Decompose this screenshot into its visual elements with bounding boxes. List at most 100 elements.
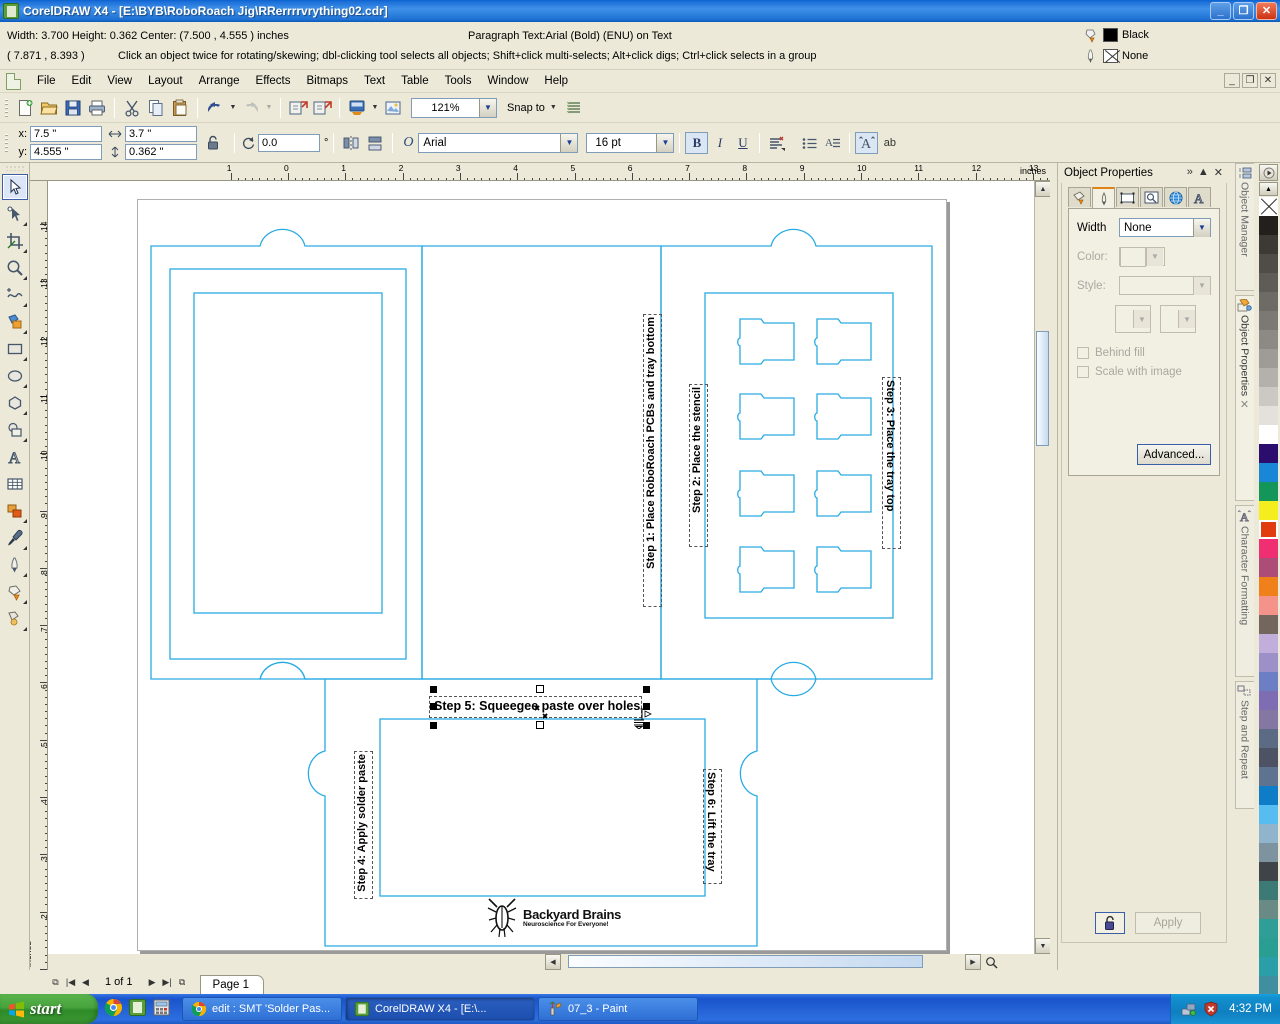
selection-handle-ne[interactable] bbox=[643, 686, 650, 693]
task-button-chrome[interactable]: edit : SMT 'Solder Pas... bbox=[182, 997, 342, 1021]
print-document-button[interactable] bbox=[85, 96, 109, 120]
palette-swatch[interactable] bbox=[1259, 520, 1278, 539]
palette-swatch[interactable] bbox=[1259, 539, 1278, 558]
palette-scroll-up-button[interactable]: ▲ bbox=[1259, 182, 1278, 196]
lock-apply-toggle[interactable] bbox=[1095, 912, 1125, 934]
freehand-tool[interactable] bbox=[2, 282, 28, 308]
chevron-down-icon[interactable]: ▼ bbox=[1193, 276, 1210, 295]
smart-fill-tool[interactable] bbox=[2, 309, 28, 335]
application-launcher-button[interactable] bbox=[345, 96, 369, 120]
crop-tool[interactable] bbox=[2, 228, 28, 254]
chrome-icon[interactable] bbox=[104, 998, 123, 1017]
behind-fill-row[interactable]: Behind fill bbox=[1077, 347, 1211, 359]
menu-arrange[interactable]: Arrange bbox=[191, 73, 248, 89]
selection-handle-s[interactable] bbox=[536, 721, 544, 729]
menu-text[interactable]: Text bbox=[356, 73, 393, 89]
chevron-down-icon[interactable]: ▼ bbox=[1193, 218, 1210, 237]
fill-tool[interactable] bbox=[2, 579, 28, 605]
apply-button[interactable]: Apply bbox=[1135, 912, 1201, 934]
rectangle-tool[interactable] bbox=[2, 336, 28, 362]
menu-window[interactable]: Window bbox=[479, 73, 536, 89]
toolbox-grip[interactable] bbox=[4, 165, 25, 171]
docker-tab-close-icon[interactable]: ✕ bbox=[1240, 398, 1249, 411]
menu-layout[interactable]: Layout bbox=[140, 73, 191, 89]
options-button[interactable] bbox=[563, 96, 587, 120]
palette-swatch[interactable] bbox=[1259, 710, 1278, 729]
security-alert-icon[interactable] bbox=[1203, 1001, 1219, 1017]
font-name-combo[interactable]: Arial ▼ bbox=[418, 132, 579, 153]
palette-swatch[interactable] bbox=[1259, 216, 1278, 235]
width-field[interactable]: 3.7 " bbox=[125, 125, 197, 142]
height-field[interactable]: 0.362 " bbox=[125, 143, 197, 160]
scroll-down-button[interactable]: ▼ bbox=[1035, 938, 1050, 954]
advanced-button[interactable]: Advanced... bbox=[1137, 444, 1211, 465]
undo-button[interactable] bbox=[203, 96, 227, 120]
outline-tab[interactable] bbox=[1092, 187, 1115, 208]
selection-handle-n[interactable] bbox=[536, 685, 544, 693]
docker-tab-character-formatting[interactable]: A Character Formatting bbox=[1234, 505, 1254, 677]
palette-swatch[interactable] bbox=[1259, 558, 1278, 577]
font-size-combo[interactable]: 16 pt ▼ bbox=[586, 132, 675, 153]
palette-swatch[interactable] bbox=[1259, 596, 1278, 615]
export-button[interactable] bbox=[310, 96, 334, 120]
internet-tab[interactable] bbox=[1164, 187, 1187, 207]
zoom-level-combo[interactable]: 121% ▼ bbox=[411, 97, 497, 118]
corel-connect-button[interactable] bbox=[381, 96, 405, 120]
palette-swatch[interactable] bbox=[1259, 691, 1278, 710]
selection-handle-sw[interactable] bbox=[430, 722, 437, 729]
palette-swatch[interactable] bbox=[1259, 672, 1278, 691]
eyedropper-tool[interactable] bbox=[2, 525, 28, 551]
end-arrow-picker[interactable]: ▼ bbox=[1160, 305, 1196, 333]
last-page-button[interactable]: ▶| bbox=[160, 974, 175, 990]
docker-tab-object-manager[interactable]: Object Manager bbox=[1234, 163, 1254, 291]
menu-view[interactable]: View bbox=[99, 73, 140, 89]
interactive-fill-tool[interactable] bbox=[2, 606, 28, 632]
scroll-up-button[interactable]: ▲ bbox=[1035, 181, 1050, 197]
palette-menu-button[interactable] bbox=[1259, 164, 1278, 181]
horizontal-alignment-button[interactable] bbox=[765, 132, 788, 154]
rotation-field[interactable]: 0.0 bbox=[258, 133, 320, 152]
copy-button[interactable] bbox=[144, 96, 168, 120]
docker-tab-step-and-repeat[interactable]: Step and Repeat bbox=[1234, 681, 1254, 809]
palette-swatch[interactable] bbox=[1259, 767, 1278, 786]
paste-button[interactable] bbox=[168, 96, 192, 120]
menu-edit[interactable]: Edit bbox=[64, 73, 100, 89]
menu-table[interactable]: Table bbox=[393, 73, 437, 89]
zoom-tool[interactable] bbox=[2, 255, 28, 281]
coreldraw-icon[interactable] bbox=[128, 998, 147, 1017]
fill-status-row[interactable]: Black bbox=[1084, 24, 1274, 45]
undo-dropdown[interactable]: ▼ bbox=[227, 96, 239, 120]
palette-swatch[interactable] bbox=[1259, 463, 1278, 482]
drop-cap-button[interactable]: A bbox=[821, 132, 844, 154]
scroll-left-button[interactable]: ◀ bbox=[545, 954, 561, 970]
palette-swatch[interactable] bbox=[1259, 349, 1278, 368]
menu-effects[interactable]: Effects bbox=[248, 73, 299, 89]
shape-tool[interactable] bbox=[2, 201, 28, 227]
palette-swatch[interactable] bbox=[1259, 444, 1278, 463]
palette-swatch[interactable] bbox=[1259, 805, 1278, 824]
palette-swatch[interactable] bbox=[1259, 919, 1278, 938]
task-button-paint[interactable]: 07_3 - Paint bbox=[538, 997, 698, 1021]
vertical-scrollbar[interactable]: ▲ ▼ bbox=[1034, 181, 1050, 970]
palette-swatch[interactable] bbox=[1259, 254, 1278, 273]
lock-ratio-icon[interactable] bbox=[205, 134, 221, 152]
chevron-down-icon[interactable]: ▼ bbox=[656, 133, 674, 152]
basic-shapes-tool[interactable] bbox=[2, 417, 28, 443]
palette-swatch[interactable] bbox=[1259, 729, 1278, 748]
start-arrow-picker[interactable]: ▼ bbox=[1115, 305, 1151, 333]
save-document-button[interactable] bbox=[61, 96, 85, 120]
outline-status-row[interactable]: None bbox=[1084, 45, 1274, 66]
blend-tool[interactable] bbox=[2, 498, 28, 524]
open-document-button[interactable] bbox=[37, 96, 61, 120]
menu-help[interactable]: Help bbox=[536, 73, 576, 89]
scroll-right-button[interactable]: ▶ bbox=[965, 954, 981, 970]
outline-color-swatch[interactable] bbox=[1103, 48, 1118, 63]
import-button[interactable] bbox=[286, 96, 310, 120]
behind-fill-checkbox[interactable] bbox=[1077, 347, 1089, 359]
add-page-after-button[interactable]: ⧉ bbox=[175, 974, 190, 990]
menu-tools[interactable]: Tools bbox=[437, 73, 480, 89]
general-tab[interactable] bbox=[1140, 187, 1163, 207]
table-tool[interactable] bbox=[2, 471, 28, 497]
redo-button[interactable] bbox=[239, 96, 263, 120]
y-position-field[interactable]: 4.555 " bbox=[30, 143, 102, 160]
